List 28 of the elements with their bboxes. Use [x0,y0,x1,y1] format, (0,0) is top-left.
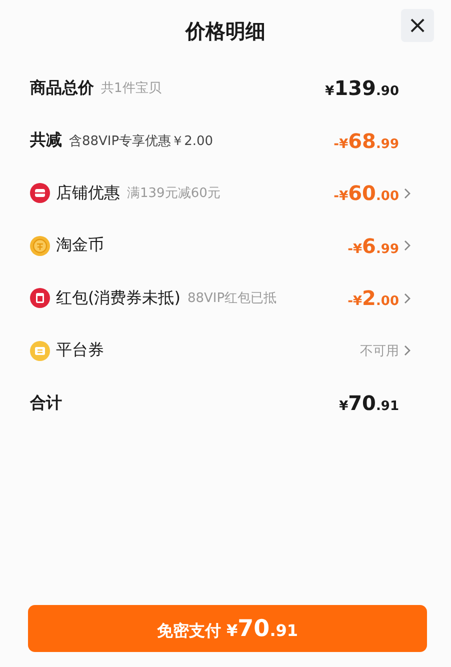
price: -¥6.99 [348,234,399,258]
row-note: 88VIP红包已抵 [187,290,277,308]
close-button[interactable]: × [401,9,434,42]
row-label: 合计 [30,392,62,414]
row-label: 淘金币 [56,235,104,256]
row-label: 共减 [30,130,62,152]
coupon-icon [30,340,50,361]
row-label: 店铺优惠 [56,182,120,204]
envelope-icon [30,288,50,308]
chevron-icon[interactable] [404,345,411,356]
chevron-icon[interactable] [404,188,411,199]
price: -¥68.99 [334,128,399,153]
price: -¥2.00 [348,286,399,310]
price: ¥139.90 [325,76,399,100]
row-note: 满139元减60元 [127,185,220,202]
price: -¥60.00 [334,181,399,206]
shop-icon [30,183,50,204]
chevron-icon[interactable] [404,292,411,304]
sheet-title: 价格明细 [186,18,266,44]
chevron-icon[interactable] [404,240,411,252]
row-label: 商品总价 [30,78,94,99]
price: ¥70.91 [339,391,399,416]
row-label: 红包(消费券未抵) [56,288,180,309]
coin-icon [30,236,50,256]
row-note: 共1件宝贝 [101,80,162,98]
row-label: 平台券 [56,340,104,362]
row-note: 含88VIP专享优惠￥2.00 [69,132,214,150]
status-text: 不可用 [360,342,399,360]
